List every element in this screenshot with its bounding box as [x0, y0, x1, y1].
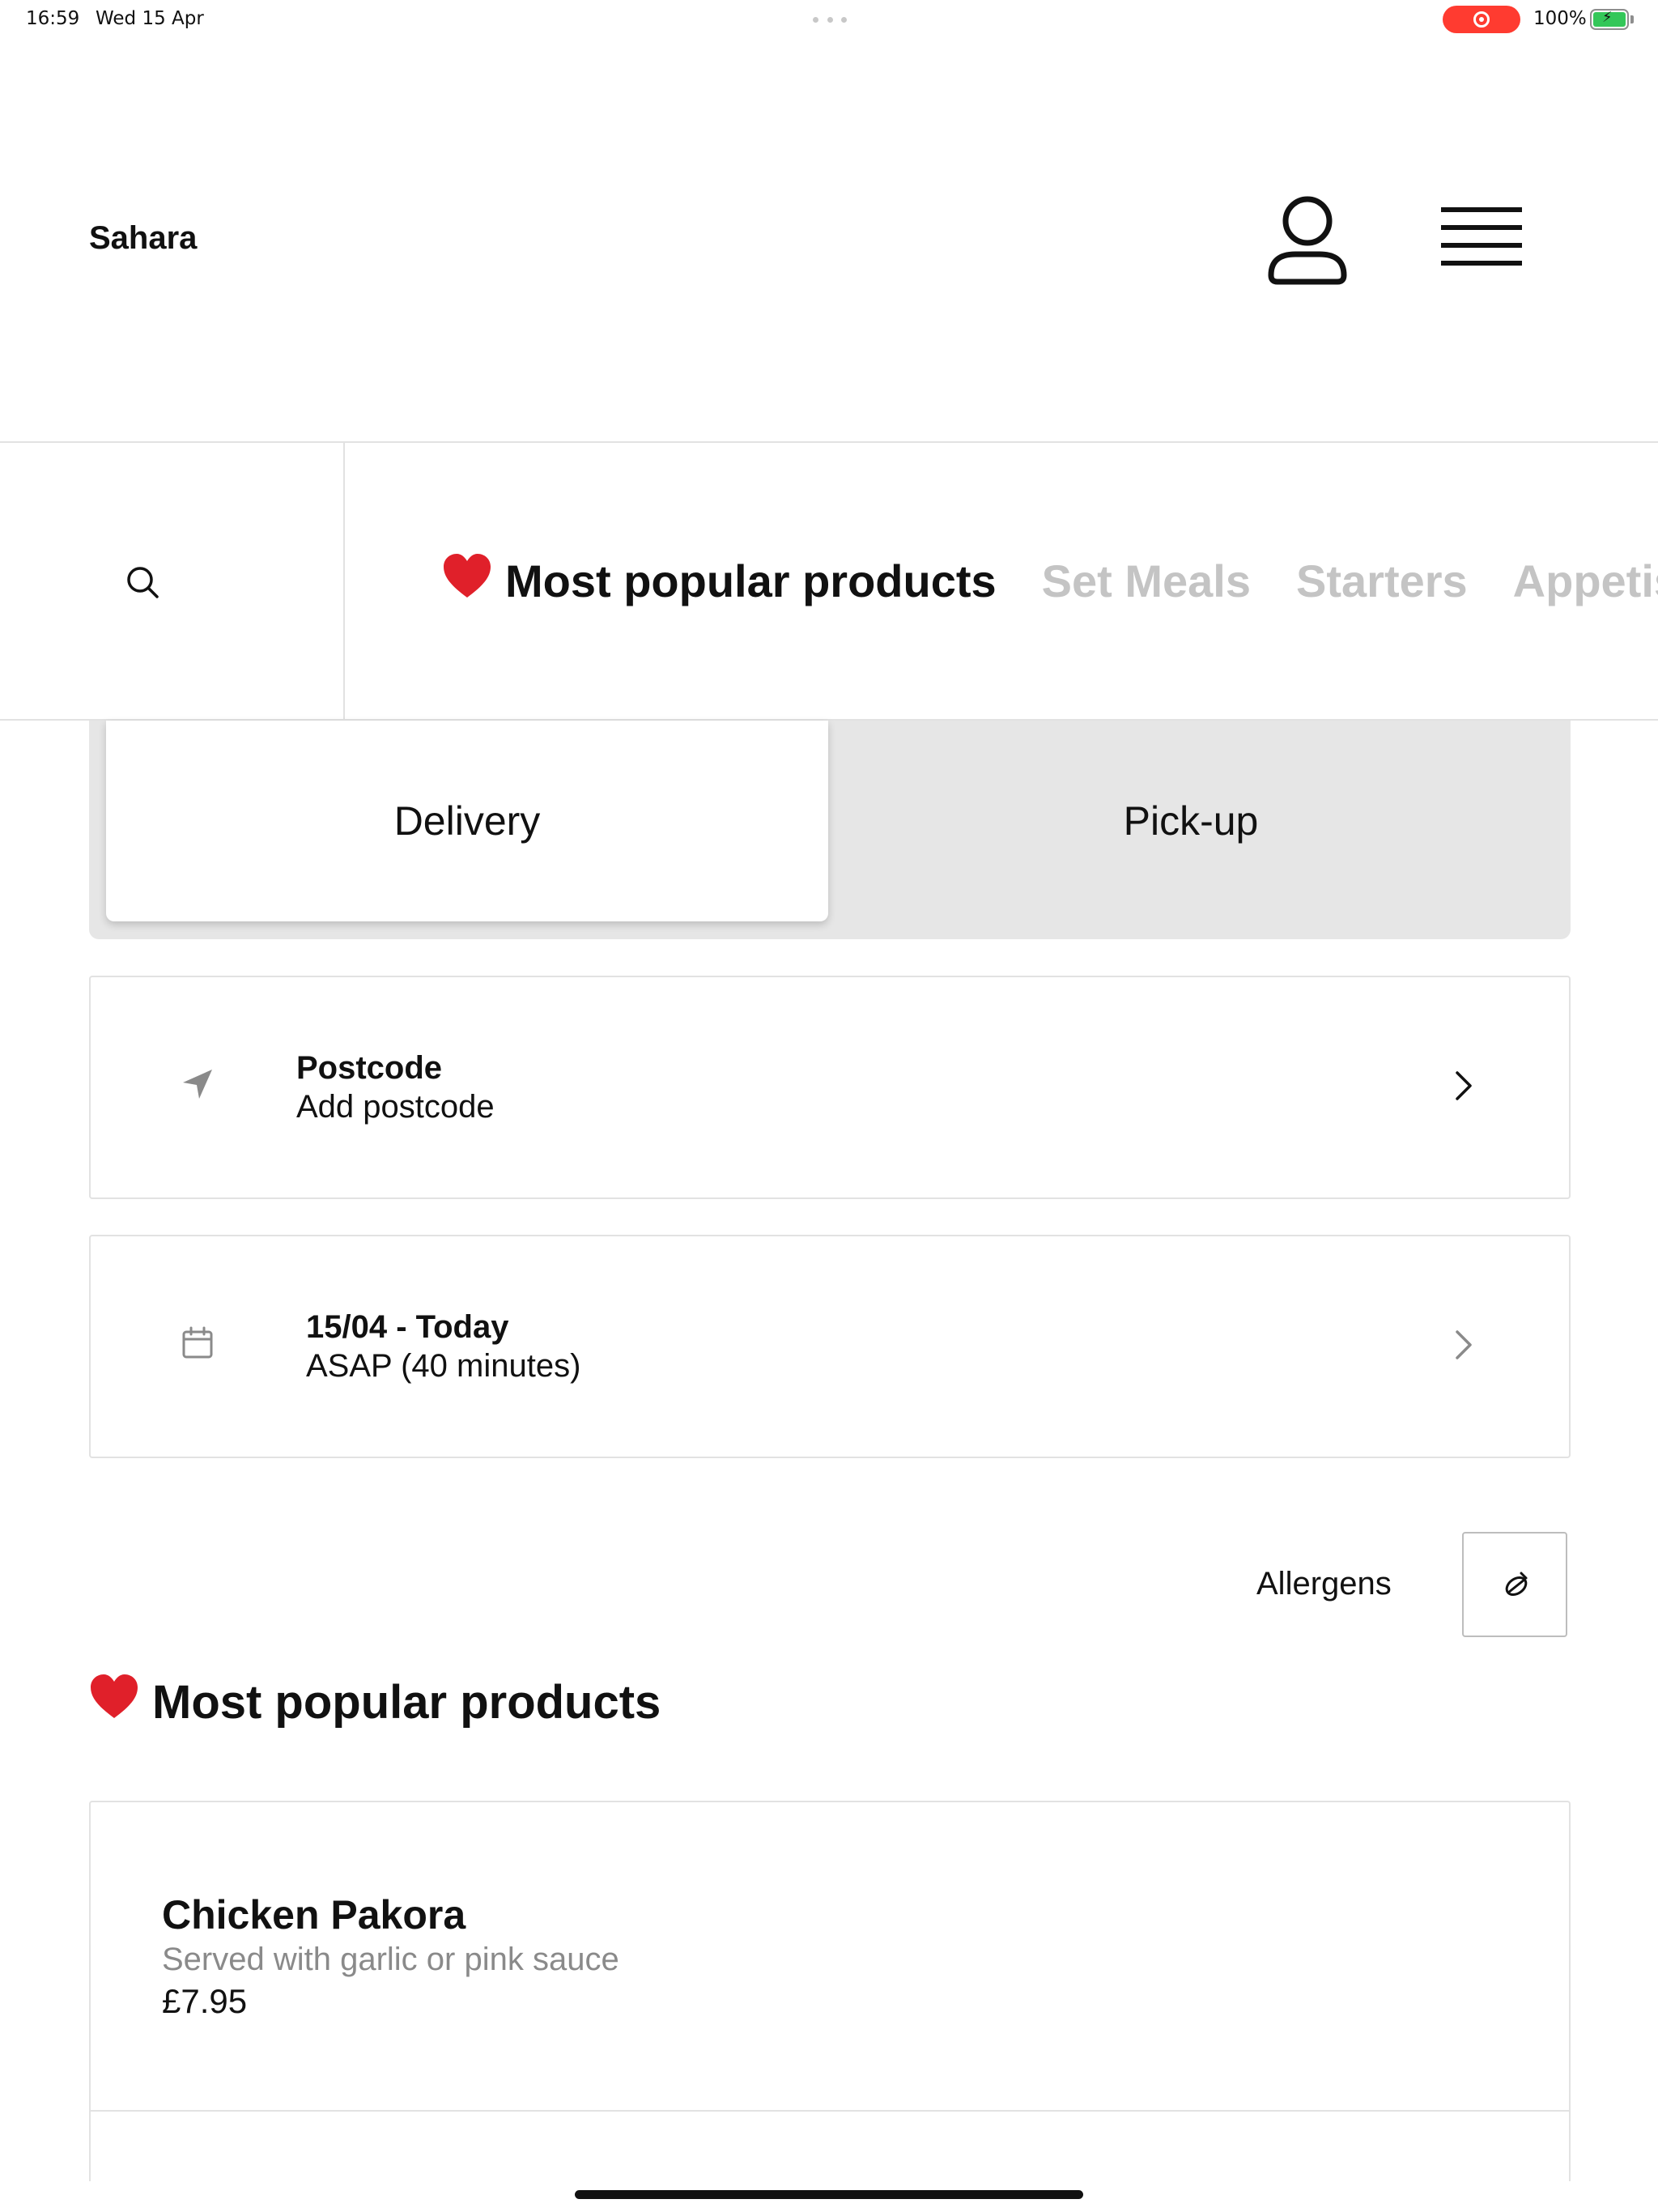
product-item[interactable]: Chicken Pakora Served with garlic or pin… — [91, 1802, 1569, 2112]
hamburger-menu-icon — [1441, 207, 1522, 266]
menu-button[interactable] — [1433, 199, 1530, 280]
brand-name[interactable]: Sahara — [89, 220, 197, 257]
product-description: Served with garlic or pink sauce — [162, 1942, 619, 1977]
tab-appetisers[interactable]: Appetisers — [1513, 555, 1658, 607]
screen-recording-icon[interactable] — [1443, 6, 1520, 33]
battery-cap — [1630, 15, 1634, 23]
location-arrow-icon — [183, 1070, 212, 1099]
postcode-title: Postcode — [296, 1050, 443, 1086]
home-indicator[interactable] — [575, 2190, 1083, 2199]
person-icon — [1268, 196, 1347, 285]
postcode-value: Add postcode — [296, 1089, 495, 1125]
chevron-right-icon — [1456, 1330, 1472, 1359]
date-title: 15/04 - Today — [306, 1309, 509, 1345]
battery-percentage: 100% — [1533, 8, 1587, 29]
tab-label: Starters — [1296, 555, 1468, 606]
tab-label: Most popular products — [505, 555, 997, 606]
product-list: Chicken Pakora Served with garlic or pin… — [89, 1801, 1571, 2181]
pickup-button[interactable]: Pick-up — [830, 721, 1552, 921]
allergen-icon — [1505, 1572, 1528, 1596]
tab-label: Appetisers — [1512, 555, 1658, 606]
delivery-time-card[interactable]: 15/04 - Today ASAP (40 minutes) — [89, 1235, 1571, 1458]
tab-label: Set Meals — [1041, 555, 1251, 606]
category-bar: Most popular products Set Meals Starters… — [0, 441, 1658, 721]
search-button[interactable] — [0, 443, 345, 719]
section-title-text: Most popular products — [152, 1675, 661, 1729]
status-date: Wed 15 Apr — [96, 8, 204, 29]
category-tabs: Most popular products Set Meals Starters… — [442, 443, 1658, 719]
calendar-icon — [182, 1326, 213, 1359]
status-time: 16:59 — [26, 8, 80, 29]
heart-icon — [89, 1673, 139, 1731]
multitasking-dots-icon[interactable] — [813, 17, 847, 23]
allergens-button[interactable] — [1462, 1532, 1567, 1637]
search-icon — [127, 567, 159, 598]
tab-most-popular[interactable]: Most popular products — [442, 552, 997, 610]
battery-icon — [1590, 9, 1629, 30]
delivery-button[interactable]: Delivery — [106, 721, 828, 921]
order-mode-toggle: Delivery Pick-up — [89, 721, 1571, 939]
postcode-card[interactable]: Postcode Add postcode — [89, 976, 1571, 1199]
product-name: Chicken Pakora — [162, 1892, 466, 1938]
status-bar: 16:59 Wed 15 Apr 100% — [0, 0, 1658, 39]
account-button[interactable] — [1263, 191, 1352, 288]
heart-icon — [442, 552, 492, 610]
section-title: Most popular products — [89, 1673, 661, 1731]
time-value: ASAP (40 minutes) — [306, 1348, 581, 1384]
tab-starters[interactable]: Starters — [1296, 555, 1468, 607]
product-price: £7.95 — [162, 1982, 248, 2020]
tab-set-meals[interactable]: Set Meals — [1042, 555, 1251, 607]
chevron-right-icon — [1456, 1071, 1472, 1100]
allergens-label[interactable]: Allergens — [1256, 1566, 1392, 1602]
